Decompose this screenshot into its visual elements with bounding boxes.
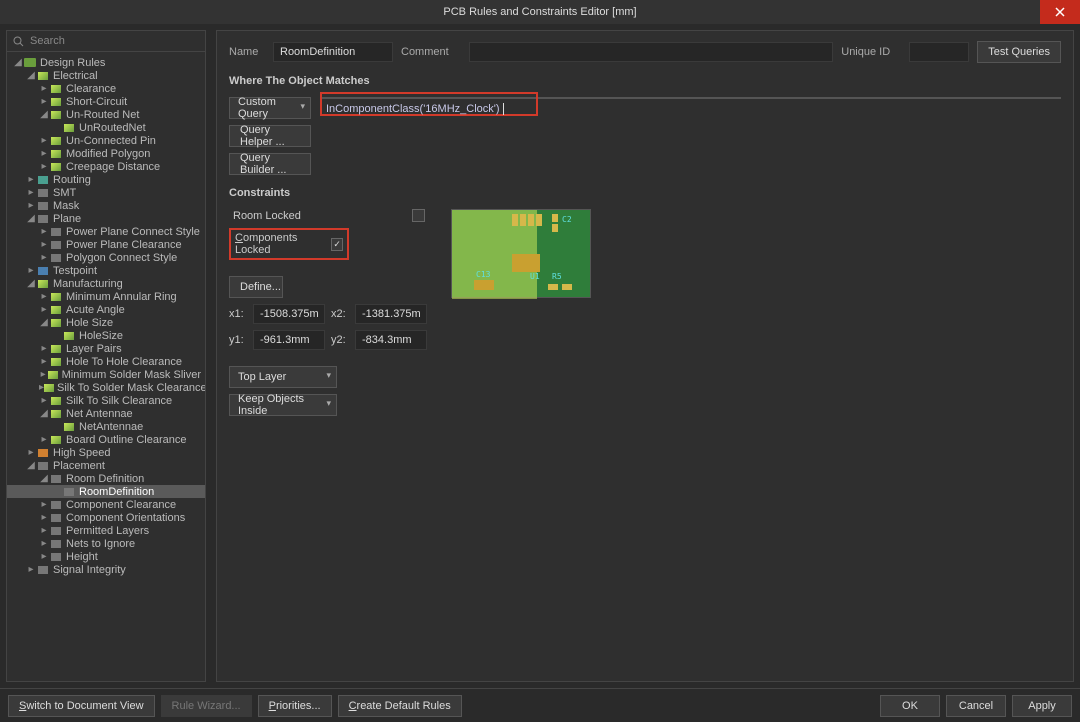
tree-item[interactable]: ▸Modified Polygon bbox=[7, 147, 205, 160]
rules-tree-panel: Search ◢Design Rules◢Electrical▸Clearanc… bbox=[6, 30, 206, 682]
tree-item[interactable]: ▸Routing bbox=[7, 173, 205, 186]
query-builder-button[interactable]: Query Builder ... bbox=[229, 153, 311, 175]
uid-label: Unique ID bbox=[841, 46, 901, 58]
tree-item[interactable]: ▸Creepage Distance bbox=[7, 160, 205, 173]
tree-item[interactable]: ◢Manufacturing bbox=[7, 277, 205, 290]
components-locked-checkbox[interactable]: ✓ bbox=[331, 238, 343, 251]
tree-item[interactable]: ▸Layer Pairs bbox=[7, 342, 205, 355]
tree-item[interactable]: ▸Power Plane Clearance bbox=[7, 238, 205, 251]
tree-item[interactable]: ▸SMT bbox=[7, 186, 205, 199]
test-queries-button[interactable]: Test Queries bbox=[977, 41, 1061, 63]
tree-item[interactable]: ◢Electrical bbox=[7, 69, 205, 82]
tree-item[interactable]: ▸Testpoint bbox=[7, 264, 205, 277]
layer-select[interactable]: Top Layer bbox=[229, 366, 337, 388]
search-icon bbox=[13, 36, 24, 47]
search-row[interactable]: Search bbox=[7, 31, 205, 52]
titlebar: PCB Rules and Constraints Editor [mm] bbox=[0, 0, 1080, 24]
tree-item[interactable]: ▸Component Orientations bbox=[7, 511, 205, 524]
room-locked-label: Room Locked bbox=[233, 210, 301, 222]
tree-item[interactable]: ▸Permitted Layers bbox=[7, 524, 205, 537]
name-label: Name bbox=[229, 46, 265, 58]
constraints-title: Constraints bbox=[229, 183, 1061, 201]
comment-label: Comment bbox=[401, 46, 461, 58]
tree-item[interactable]: ◢Un-Routed Net bbox=[7, 108, 205, 121]
tree-item[interactable]: ▸Silk To Solder Mask Clearance bbox=[7, 381, 205, 394]
tree-item[interactable]: ◢Room Definition bbox=[7, 472, 205, 485]
keep-select[interactable]: Keep Objects Inside bbox=[229, 394, 337, 416]
tree-item[interactable]: ▸Nets to Ignore bbox=[7, 537, 205, 550]
where-title: Where The Object Matches bbox=[229, 71, 1061, 89]
ok-button[interactable]: OK bbox=[880, 695, 940, 717]
tree-item[interactable]: ▸Board Outline Clearance bbox=[7, 433, 205, 446]
tree-item[interactable]: ▸High Speed bbox=[7, 446, 205, 459]
rule-wizard-button: Rule Wizard... bbox=[161, 695, 252, 717]
search-placeholder: Search bbox=[30, 35, 65, 47]
tree-item[interactable]: ▸Hole To Hole Clearance bbox=[7, 355, 205, 368]
x1-input[interactable] bbox=[253, 304, 325, 324]
y2-input[interactable] bbox=[355, 330, 427, 350]
tree-item[interactable]: ▸Clearance bbox=[7, 82, 205, 95]
x2-input[interactable] bbox=[355, 304, 427, 324]
tree-item[interactable]: ▸Acute Angle bbox=[7, 303, 205, 316]
tree-item[interactable]: ▸Mask bbox=[7, 199, 205, 212]
room-preview: C2 U1 C13 R5 bbox=[451, 209, 591, 298]
scope-select[interactable]: Custom Query bbox=[229, 97, 311, 119]
tree-item[interactable]: RoomDefinition bbox=[7, 485, 205, 498]
y1-input[interactable] bbox=[253, 330, 325, 350]
query-helper-button[interactable]: Query Helper ... bbox=[229, 125, 311, 147]
tree-item[interactable]: ▸Silk To Silk Clearance bbox=[7, 394, 205, 407]
room-locked-checkbox[interactable] bbox=[412, 209, 425, 222]
tree-item[interactable]: ▸Minimum Solder Mask Sliver bbox=[7, 368, 205, 381]
tree-item[interactable]: NetAntennae bbox=[7, 420, 205, 433]
comment-input[interactable] bbox=[469, 42, 833, 62]
uid-input[interactable] bbox=[909, 42, 969, 62]
apply-button[interactable]: Apply bbox=[1012, 695, 1072, 717]
tree-item[interactable]: ◢Net Antennae bbox=[7, 407, 205, 420]
components-locked-label: Components Locked bbox=[235, 232, 323, 256]
tree-item[interactable]: UnRoutedNet bbox=[7, 121, 205, 134]
tree-item[interactable]: ◢Design Rules bbox=[7, 56, 205, 69]
tree-item[interactable]: ▸Un-Connected Pin bbox=[7, 134, 205, 147]
tree-item[interactable]: HoleSize bbox=[7, 329, 205, 342]
tree-item[interactable]: ▸Signal Integrity bbox=[7, 563, 205, 576]
close-button[interactable] bbox=[1040, 0, 1080, 24]
tree-item[interactable]: ◢Hole Size bbox=[7, 316, 205, 329]
tree-item[interactable]: ◢Placement bbox=[7, 459, 205, 472]
priorities-button[interactable]: Priorities... bbox=[258, 695, 332, 717]
rules-tree[interactable]: ◢Design Rules◢Electrical▸Clearance▸Short… bbox=[7, 52, 205, 681]
close-icon bbox=[1055, 7, 1065, 17]
create-default-rules-button[interactable]: Create Default Rules bbox=[338, 695, 462, 717]
tree-item[interactable]: ▸Power Plane Connect Style bbox=[7, 225, 205, 238]
switch-view-button[interactable]: Switch to Document View bbox=[8, 695, 155, 717]
tree-item[interactable]: ▸Component Clearance bbox=[7, 498, 205, 511]
bottom-bar: Switch to Document View Rule Wizard... P… bbox=[0, 688, 1080, 722]
rule-editor-panel: Name Comment Unique ID Test Queries Wher… bbox=[216, 30, 1074, 682]
tree-item[interactable]: ◢Plane bbox=[7, 212, 205, 225]
tree-item[interactable]: ▸Short-Circuit bbox=[7, 95, 205, 108]
query-textarea[interactable]: InComponentClass('16MHz_Clock') bbox=[321, 97, 1061, 99]
tree-item[interactable]: ▸Minimum Annular Ring bbox=[7, 290, 205, 303]
tree-item[interactable]: ▸Height bbox=[7, 550, 205, 563]
name-input[interactable] bbox=[273, 42, 393, 62]
cancel-button[interactable]: Cancel bbox=[946, 695, 1006, 717]
define-button[interactable]: Define... bbox=[229, 276, 283, 298]
window-title: PCB Rules and Constraints Editor [mm] bbox=[443, 6, 636, 18]
tree-item[interactable]: ▸Polygon Connect Style bbox=[7, 251, 205, 264]
